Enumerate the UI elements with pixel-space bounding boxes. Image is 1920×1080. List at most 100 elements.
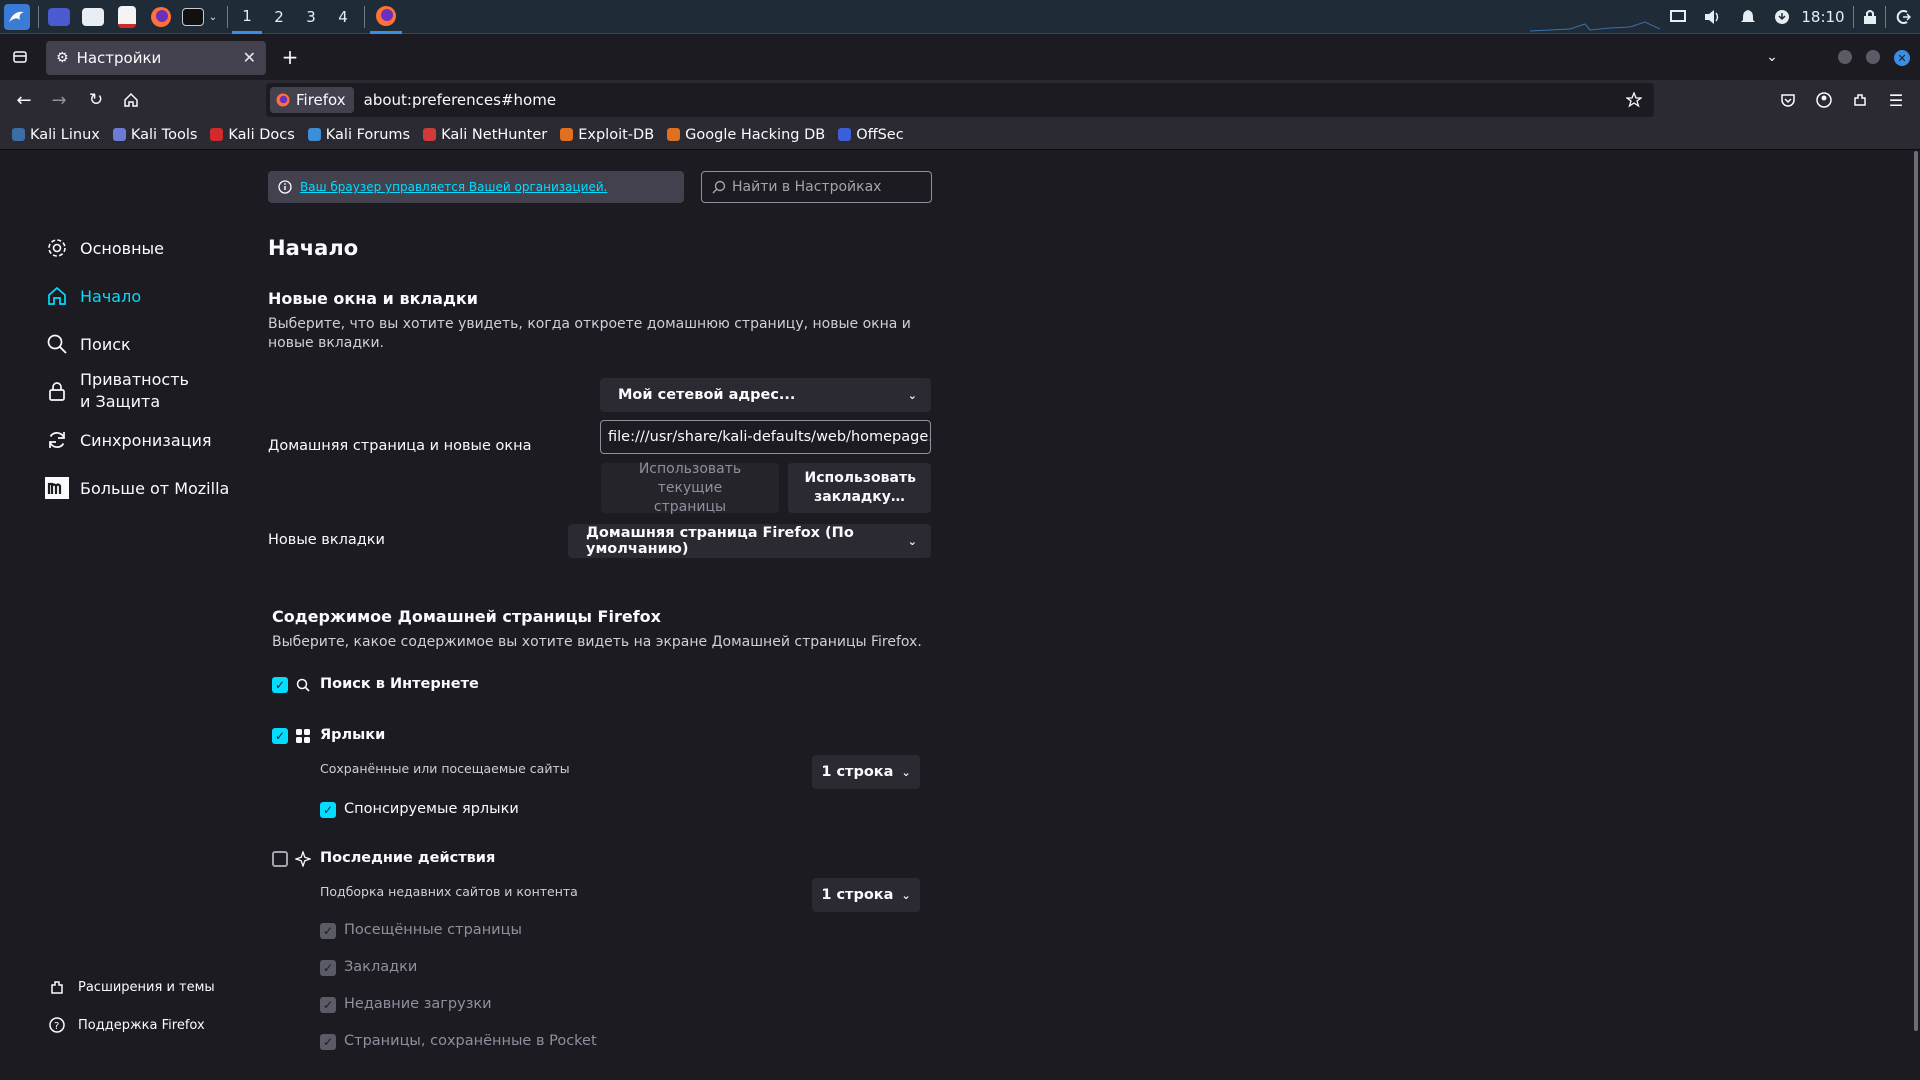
display-icon[interactable] — [1666, 0, 1690, 34]
logout-icon[interactable] — [1890, 0, 1916, 34]
workspace-2[interactable]: 2 — [264, 0, 294, 34]
sidebar-item-general[interactable]: Основные — [44, 235, 164, 261]
kali-docs-icon — [210, 128, 224, 141]
pocket-icon[interactable] — [1774, 86, 1802, 114]
web-search-checkbox[interactable]: ✓ — [272, 677, 288, 693]
maximize-button[interactable] — [1866, 50, 1880, 64]
newtabs-dropdown[interactable]: Домашняя страница Firefox (По умолчанию)… — [568, 524, 931, 558]
text-editor-icon[interactable] — [112, 0, 142, 34]
homepage-label: Домашняя страница и новые окна — [268, 438, 532, 454]
workspace-4[interactable]: 4 — [328, 0, 358, 34]
dropdown-value: 1 строка — [821, 887, 894, 903]
sidebar-item-sync[interactable]: Синхронизация — [44, 427, 212, 453]
firefox-window-button[interactable] — [370, 0, 402, 34]
sidebar-item-privacy[interactable]: Приватность и Защита — [44, 369, 200, 413]
shortcuts-rows-dropdown[interactable]: 1 строка ⌄ — [812, 755, 920, 789]
button-label: Использовать текущие страницы — [638, 460, 742, 515]
sidebar-item-label: Больше от Mozilla — [80, 478, 230, 498]
scrollbar[interactable] — [1914, 151, 1918, 1031]
minimize-button[interactable] — [1838, 50, 1852, 64]
bookmark-kali-linux[interactable]: Kali Linux — [12, 127, 100, 143]
search-icon — [295, 677, 311, 693]
terminal-icon[interactable] — [178, 0, 208, 34]
tab-bar: ⚙ Настройки ✕ + ⌄ ✕ — [0, 34, 1920, 80]
bookmark-kali-nethunter[interactable]: Kali NetHunter — [423, 127, 547, 143]
bookmark-kali-docs[interactable]: Kali Docs — [210, 127, 295, 143]
sidebar-item-mozilla[interactable]: Больше от Mozilla — [44, 475, 229, 501]
bookmark-exploit-db[interactable]: Exploit-DB — [560, 127, 654, 143]
bookmarks-checkbox[interactable]: ✓ — [320, 960, 336, 976]
notifications-icon[interactable] — [1736, 0, 1760, 34]
sidebar-item-home[interactable]: Начало — [44, 283, 141, 309]
svg-text:?: ? — [54, 1021, 59, 1032]
sponsored-shortcuts-checkbox[interactable]: ✓ — [320, 802, 336, 818]
sidebar-item-label: Начало — [80, 286, 142, 306]
new-tab-button[interactable]: + — [276, 43, 304, 71]
recent-rows-dropdown[interactable]: 1 строка ⌄ — [812, 878, 920, 912]
url-text[interactable]: about:preferences#home — [364, 91, 556, 109]
shortcuts-checkbox[interactable]: ✓ — [272, 728, 288, 744]
search-icon — [44, 331, 70, 357]
bookmark-google-hacking-db[interactable]: Google Hacking DB — [667, 127, 825, 143]
use-current-pages-button[interactable]: Использовать текущие страницы — [601, 461, 779, 515]
sidebar-item-label: Поиск — [80, 334, 131, 354]
pocket-pages-checkbox[interactable]: ✓ — [320, 1034, 336, 1050]
tab-title: Настройки — [76, 49, 162, 67]
kali-menu-icon[interactable] — [2, 0, 32, 34]
puzzle-icon — [48, 978, 66, 996]
workspace-3[interactable]: 3 — [296, 0, 326, 34]
clock[interactable]: 18:10 — [1798, 0, 1848, 34]
sidebar-item-search[interactable]: Поиск — [44, 331, 131, 357]
shortcuts-description: Сохранённые или посещаемые сайты — [320, 761, 570, 776]
reload-icon[interactable]: ↻ — [82, 86, 110, 114]
extensions-icon[interactable] — [1846, 86, 1874, 114]
chevron-down-icon: ⌄ — [901, 888, 911, 902]
url-bar[interactable]: Firefox about:preferences#home — [266, 83, 1654, 117]
homepage-url-input[interactable]: file:///usr/share/kali-defaults/web/home… — [600, 420, 931, 454]
window-close-button[interactable]: ✕ — [1894, 50, 1910, 66]
shortcuts-grid-icon — [295, 728, 311, 744]
recent-activity-checkbox[interactable] — [272, 851, 288, 867]
tab-settings[interactable]: ⚙ Настройки ✕ — [46, 41, 266, 75]
bookmark-label: Kali NetHunter — [441, 126, 548, 143]
policy-link[interactable]: Ваш браузер управляется Вашей организаци… — [300, 180, 607, 194]
close-icon[interactable]: ✕ — [243, 48, 256, 67]
workspace-1[interactable]: 1 — [232, 0, 262, 34]
kali-icon — [12, 128, 25, 141]
use-bookmark-button[interactable]: Использовать закладку… — [788, 463, 931, 513]
menu-icon[interactable]: ☰ — [1882, 86, 1910, 114]
chevron-down-icon[interactable]: ⌄ — [206, 0, 220, 34]
recent-downloads-checkbox[interactable]: ✓ — [320, 997, 336, 1013]
nav-bar: ← → ↻ Firefox about:preferences#home ☰ — [0, 80, 1920, 120]
back-arrow-icon[interactable]: ← — [10, 86, 38, 114]
identity-box[interactable]: Firefox — [270, 87, 354, 113]
list-tabs-icon[interactable]: ⌄ — [1758, 43, 1786, 71]
bookmark-star-icon[interactable] — [1620, 86, 1648, 114]
bookmark-kali-forums[interactable]: Kali Forums — [307, 127, 410, 143]
bookmark-offsec[interactable]: OffSec — [838, 127, 904, 143]
search-input[interactable]: Найти в Настройках — [701, 171, 932, 203]
forward-arrow-icon[interactable]: → — [45, 86, 73, 114]
firefox-launcher-icon[interactable] — [146, 0, 176, 34]
bookmark-label: Google Hacking DB — [685, 126, 826, 143]
homepage-mode-dropdown[interactable]: Мой сетевой адрес... ⌄ — [600, 378, 931, 412]
os-taskbar: ⌄ 1 2 3 4 18:10 — [0, 0, 1920, 34]
sidebar-support-link[interactable]: ? Поддержка Firefox — [48, 1016, 205, 1034]
dropdown-value: Мой сетевой адрес... — [618, 387, 796, 403]
sidebar-addons-link[interactable]: Расширения и темы — [48, 978, 215, 996]
bookmark-kali-tools[interactable]: Kali Tools — [112, 127, 197, 143]
sidebar-item-label: Приватность и Защита — [80, 370, 189, 411]
desktop-icon[interactable] — [44, 0, 74, 34]
lock-screen-icon[interactable] — [1858, 0, 1882, 34]
file-manager-icon[interactable] — [78, 0, 108, 34]
firefox-view-icon[interactable] — [6, 43, 34, 71]
volume-icon[interactable] — [1700, 0, 1724, 34]
kali-forums-icon — [307, 128, 321, 141]
visited-pages-checkbox[interactable]: ✓ — [320, 923, 336, 939]
bookmark-label: OffSec — [856, 126, 904, 143]
button-label: Использовать закладку… — [804, 470, 916, 505]
account-icon[interactable] — [1810, 86, 1838, 114]
home-icon[interactable] — [117, 86, 145, 114]
update-icon[interactable] — [1770, 0, 1794, 34]
dropdown-value: 1 строка — [821, 764, 894, 780]
